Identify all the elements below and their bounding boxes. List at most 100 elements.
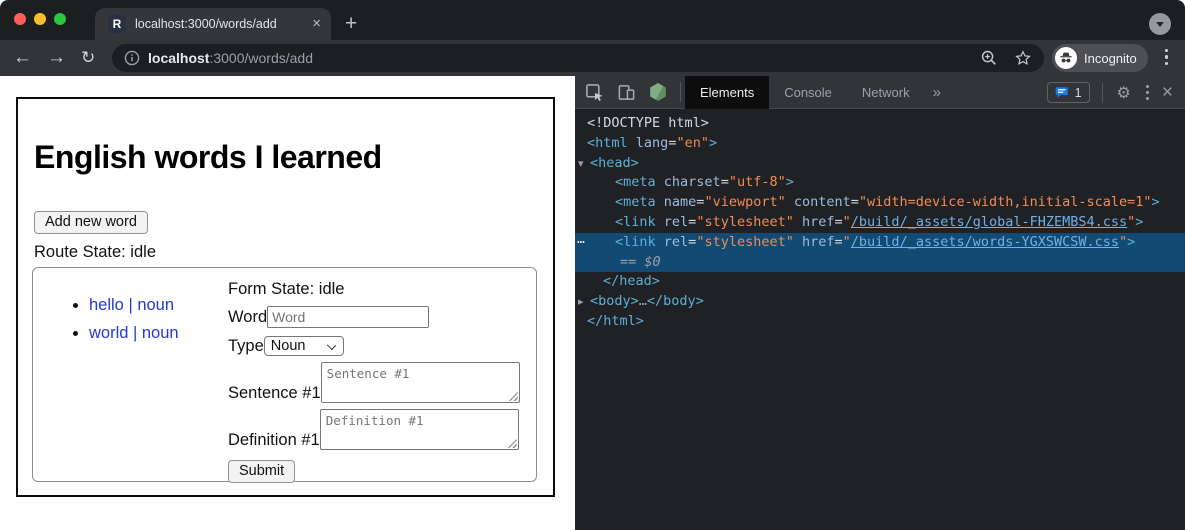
- browser-toolbar: ← → ↻ localhost:3000/words/add Incognito: [0, 40, 1185, 76]
- code-line[interactable]: </html>: [575, 312, 1185, 332]
- divider: [680, 82, 681, 102]
- tab-elements[interactable]: Elements: [685, 76, 769, 109]
- device-toolbar-icon[interactable]: [616, 82, 636, 102]
- code-token: $0: [644, 254, 660, 270]
- code-line[interactable]: <meta charset="utf-8">: [575, 173, 1185, 193]
- code-line[interactable]: <!DOCTYPE html>: [575, 114, 1185, 134]
- divider: [1102, 83, 1103, 103]
- code-token: "viewport": [704, 194, 785, 210]
- devtools-menu-icon[interactable]: [1146, 85, 1149, 99]
- stylesheet-link[interactable]: /build/_assets/words-YGXSWCSW.css: [851, 234, 1119, 250]
- list-item: world | noun: [89, 324, 179, 343]
- list-item: hello | noun: [89, 296, 179, 315]
- word-list: hello | noun world | noun: [71, 296, 179, 352]
- definition-textarea[interactable]: Definition #1: [320, 409, 519, 450]
- devtools-close-icon[interactable]: ×: [1162, 83, 1173, 103]
- sentence-placeholder: Sentence #1: [327, 366, 410, 381]
- code-token: <html: [587, 135, 628, 151]
- word-link-world[interactable]: world | noun: [89, 324, 179, 342]
- issues-counter[interactable]: 1: [1047, 82, 1090, 103]
- close-tab-icon[interactable]: ×: [312, 15, 321, 32]
- code-token: "en": [676, 135, 709, 151]
- more-tabs-icon[interactable]: »: [925, 84, 949, 101]
- code-line[interactable]: == $0: [575, 253, 1185, 273]
- ellipsis-gutter-icon[interactable]: …: [577, 230, 586, 250]
- incognito-badge: Incognito: [1052, 44, 1148, 72]
- definition-label: Definition #1: [228, 431, 320, 450]
- settings-gear-icon[interactable]: ⚙: [1117, 83, 1131, 103]
- code-line[interactable]: …<link rel="stylesheet" href="/build/_as…: [575, 233, 1185, 253]
- back-button[interactable]: ←: [13, 45, 32, 71]
- code-line[interactable]: </head>: [575, 272, 1185, 292]
- bookmark-star-icon[interactable]: [1014, 49, 1032, 67]
- select-chevron-icon: [327, 341, 336, 350]
- devtools-code: <!DOCTYPE html><html lang="en">▾<head><m…: [575, 109, 1185, 332]
- code-line[interactable]: <meta name="viewport" content="width=dev…: [575, 193, 1185, 213]
- code-token: >: [1152, 194, 1160, 210]
- tab-network[interactable]: Network: [847, 76, 925, 109]
- code-token: name: [664, 194, 697, 210]
- code-token: ": [843, 214, 851, 230]
- code-token: <link: [615, 214, 656, 230]
- browser-tab[interactable]: R localhost:3000/words/add ×: [95, 8, 331, 40]
- code-token: lang: [636, 135, 669, 151]
- add-new-word-button[interactable]: Add new word: [34, 211, 148, 234]
- issues-count: 1: [1075, 86, 1082, 100]
- reload-button[interactable]: ↻: [81, 45, 95, 71]
- code-token: <meta: [615, 194, 656, 210]
- code-token: [794, 234, 802, 250]
- extension-hexagon-icon[interactable]: [648, 82, 668, 102]
- tab-search-button[interactable]: [1149, 13, 1171, 35]
- code-token: "utf-8": [729, 174, 786, 190]
- new-tab-button[interactable]: +: [345, 9, 357, 39]
- tab-console[interactable]: Console: [769, 76, 847, 109]
- code-line[interactable]: ▾ <head>: [575, 154, 1185, 174]
- code-token: "stylesheet": [696, 214, 794, 230]
- code-token: </head>: [603, 273, 660, 289]
- site-info-icon[interactable]: [124, 50, 140, 66]
- code-token: ": [1119, 234, 1127, 250]
- code-token: <head>: [590, 155, 639, 171]
- code-token: <body>: [590, 293, 639, 309]
- fullscreen-window-button[interactable]: [54, 13, 66, 25]
- browser-menu-icon[interactable]: [1165, 49, 1168, 65]
- web-page: English words I learned Add new word Rou…: [0, 76, 575, 530]
- remix-favicon-icon: R: [108, 15, 126, 33]
- code-line[interactable]: <link rel="stylesheet" href="/build/_ass…: [575, 213, 1185, 233]
- code-token: charset: [664, 174, 721, 190]
- code-line[interactable]: ▸<body>…</body>: [575, 292, 1185, 312]
- inspect-element-icon[interactable]: [584, 82, 604, 102]
- type-select[interactable]: Noun: [264, 336, 344, 356]
- code-token: content: [794, 194, 851, 210]
- zoom-in-icon[interactable]: [980, 49, 998, 67]
- chevron-down-icon: [1156, 22, 1164, 27]
- code-token: ": [843, 234, 851, 250]
- code-token: =: [851, 194, 859, 210]
- code-token: >: [786, 174, 794, 190]
- code-token: [628, 135, 636, 151]
- expand-arrow-icon[interactable]: ▸: [578, 292, 584, 312]
- code-token: <meta: [615, 174, 656, 190]
- submit-button[interactable]: Submit: [228, 460, 295, 483]
- collapse-arrow-icon[interactable]: ▾: [578, 154, 584, 174]
- code-token: [794, 214, 802, 230]
- code-line[interactable]: <html lang="en">: [575, 134, 1185, 154]
- code-token: rel: [664, 234, 688, 250]
- forward-button[interactable]: →: [47, 45, 66, 71]
- code-token: [786, 194, 794, 210]
- minimize-window-button[interactable]: [34, 13, 46, 25]
- type-label: Type: [228, 337, 264, 356]
- stylesheet-link[interactable]: /build/_assets/global-FHZEMBS4.css: [851, 214, 1127, 230]
- incognito-icon: [1055, 47, 1077, 69]
- word-link-hello[interactable]: hello | noun: [89, 296, 174, 314]
- url-host: localhost: [148, 50, 209, 66]
- devtools-panel: Elements Console Network » 1 ⚙ × <!DOCTY…: [575, 76, 1185, 530]
- titlebar: R localhost:3000/words/add × +: [0, 0, 1185, 40]
- incognito-label: Incognito: [1084, 51, 1137, 66]
- words-panel: hello | noun world | noun Form State: id…: [32, 267, 537, 482]
- word-input[interactable]: [267, 306, 429, 328]
- close-window-button[interactable]: [14, 13, 26, 25]
- address-bar[interactable]: localhost:3000/words/add: [112, 44, 1044, 72]
- sentence-label: Sentence #1: [228, 384, 321, 403]
- sentence-textarea[interactable]: Sentence #1: [321, 362, 520, 403]
